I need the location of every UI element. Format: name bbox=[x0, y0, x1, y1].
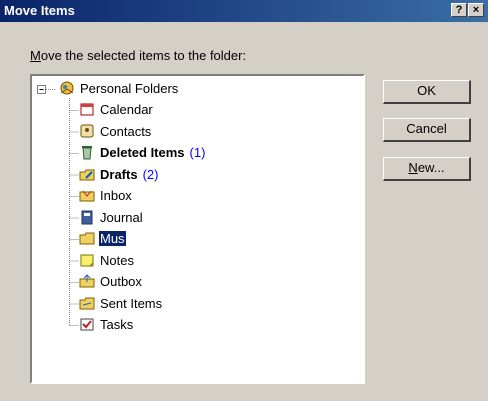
tree-node-deleted-items[interactable]: Deleted Items (1) bbox=[78, 144, 205, 162]
tree-node-label: Sent Items bbox=[100, 295, 163, 311]
tree-node-label: Personal Folders bbox=[80, 81, 179, 96]
tree-node-journal[interactable]: Journal bbox=[78, 209, 144, 227]
outbox-icon bbox=[78, 273, 96, 289]
tree-node-inbox[interactable]: Inbox bbox=[78, 187, 133, 205]
new-button[interactable]: New... bbox=[383, 157, 471, 181]
trash-icon bbox=[78, 144, 96, 160]
unread-count: (2) bbox=[142, 166, 159, 182]
unread-count: (1) bbox=[189, 145, 206, 160]
journal-icon bbox=[78, 209, 96, 225]
tree-node-outbox[interactable]: Outbox bbox=[78, 273, 143, 291]
tree-node-tasks[interactable]: Tasks bbox=[78, 316, 134, 334]
tree-node-label: Deleted Items bbox=[100, 145, 185, 160]
notes-icon bbox=[78, 252, 96, 268]
tree-node-drafts[interactable]: Drafts (2) bbox=[78, 166, 158, 184]
cancel-button[interactable]: Cancel bbox=[383, 118, 471, 142]
new-label: ew... bbox=[417, 160, 445, 175]
folder-tree[interactable]: Personal Folders Calendar Contacts Deleted… bbox=[30, 74, 365, 384]
title-bar[interactable]: Move Items ? × bbox=[0, 0, 488, 22]
personal-folders-icon bbox=[58, 80, 76, 96]
prompt-text: ove the selected items to the folder: bbox=[40, 48, 247, 63]
prompt-mnemonic: M bbox=[30, 48, 41, 63]
help-button[interactable]: ? bbox=[451, 3, 467, 17]
tree-node-label: Contacts bbox=[100, 123, 152, 139]
calendar-icon bbox=[78, 101, 96, 117]
tree-node-label: Inbox bbox=[100, 188, 132, 203]
ok-button[interactable]: OK bbox=[383, 80, 471, 104]
tree-node-sent-items[interactable]: Sent Items bbox=[78, 295, 163, 313]
tree-node-personal-folders[interactable]: Personal Folders bbox=[58, 80, 179, 98]
dialog-title: Move Items bbox=[4, 3, 75, 18]
inbox-icon bbox=[78, 187, 96, 203]
tree-node-label: Outbox bbox=[100, 274, 142, 289]
tree-node-calendar[interactable]: Calendar bbox=[78, 101, 154, 119]
tree-node-label: Calendar bbox=[100, 102, 153, 117]
tree-node-notes[interactable]: Notes bbox=[78, 252, 135, 270]
tree-node-label: Journal bbox=[100, 209, 143, 225]
sent-items-icon bbox=[78, 295, 96, 311]
contacts-icon bbox=[78, 123, 96, 139]
move-items-dialog: Move Items ? × Move the selected items t… bbox=[0, 0, 488, 401]
tasks-icon bbox=[78, 316, 96, 332]
tree-node-label: Drafts bbox=[100, 166, 138, 182]
tree-node-label: Mus bbox=[99, 231, 126, 246]
tree-node-contacts[interactable]: Contacts bbox=[78, 123, 152, 141]
tree-node-label: Tasks bbox=[100, 317, 134, 332]
tree-node-label: Notes bbox=[100, 252, 134, 268]
prompt-label: Move the selected items to the folder: bbox=[30, 48, 246, 63]
tree-node-mus[interactable]: Mus bbox=[78, 230, 126, 248]
folder-icon bbox=[78, 230, 96, 246]
drafts-icon bbox=[78, 166, 96, 182]
new-mnemonic: N bbox=[408, 160, 418, 175]
close-button[interactable]: × bbox=[468, 3, 484, 17]
